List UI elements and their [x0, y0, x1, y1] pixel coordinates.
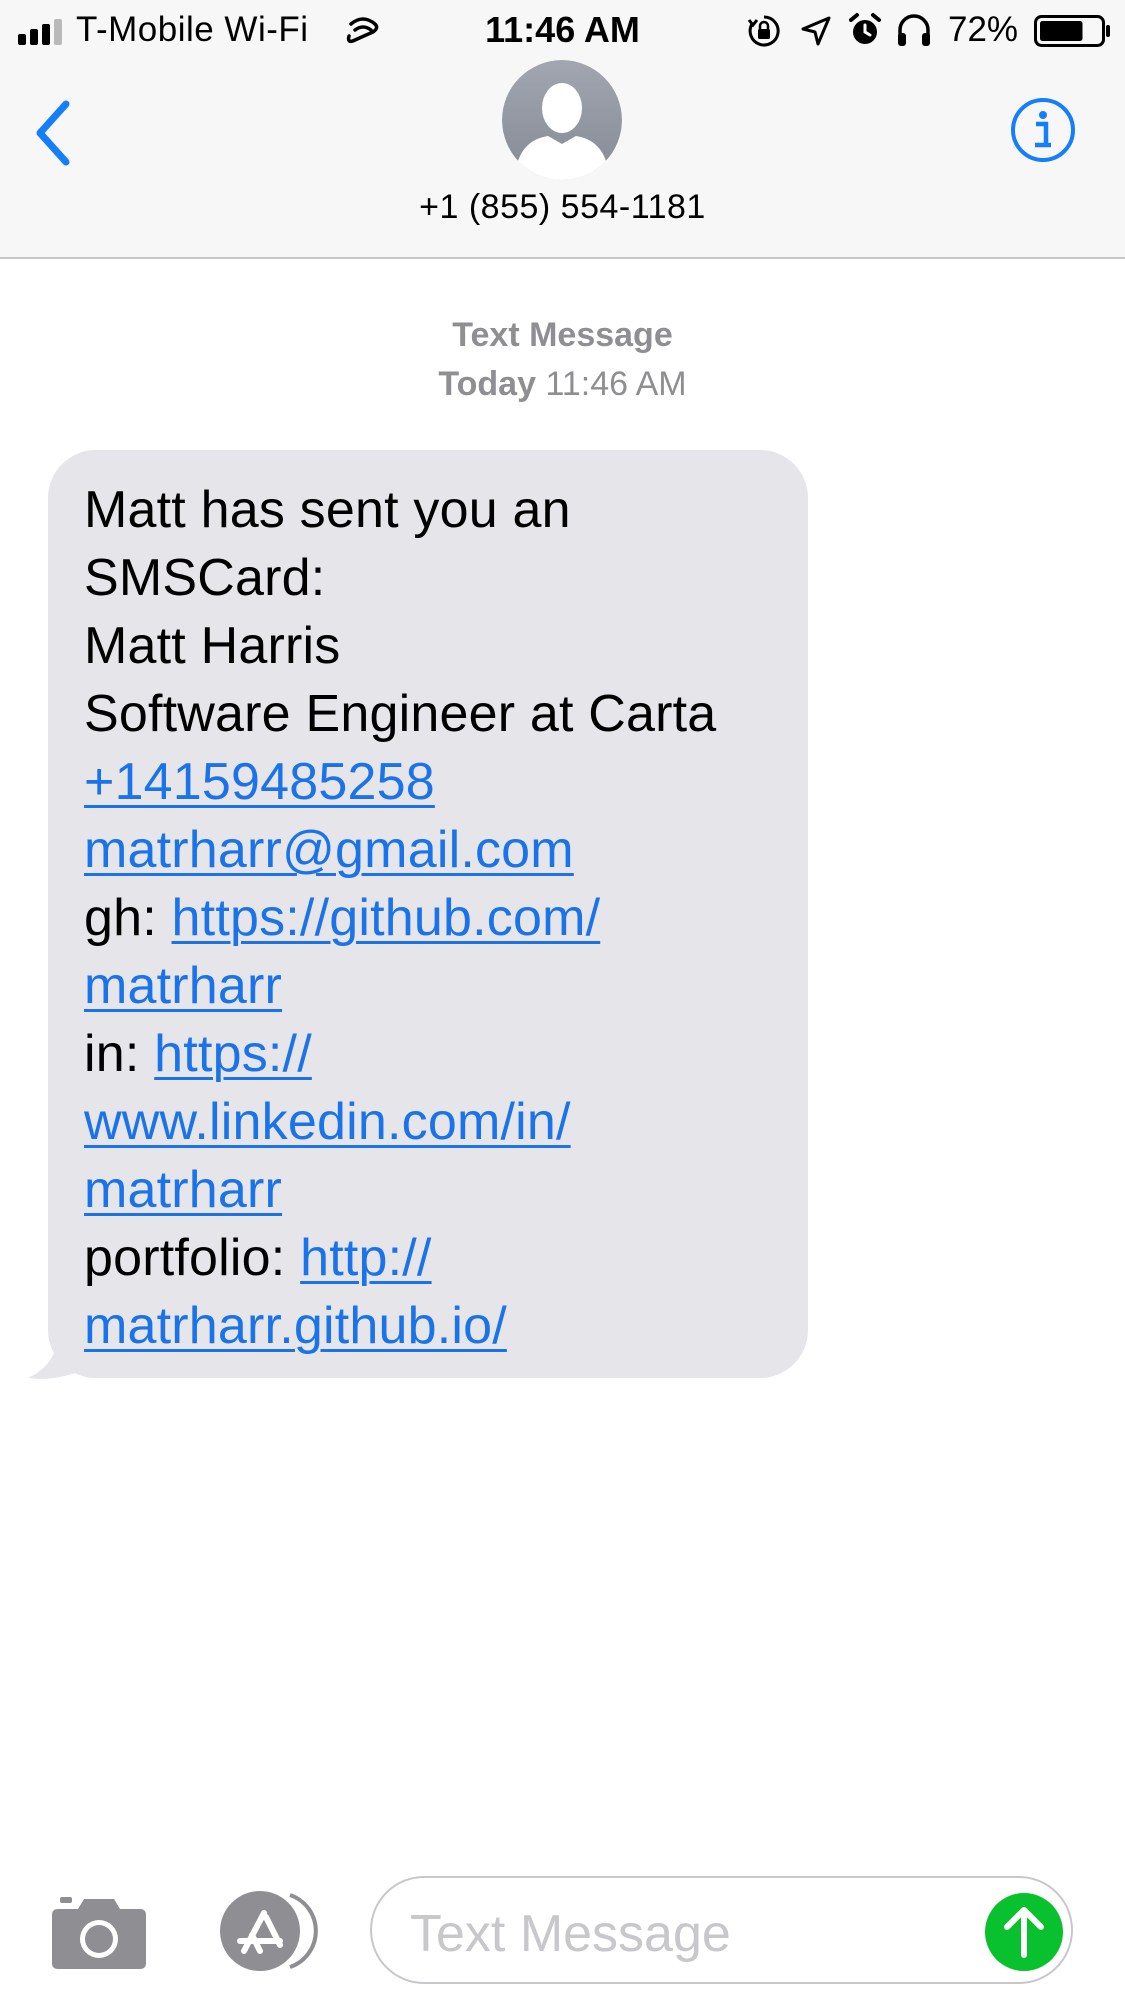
location-icon	[801, 16, 831, 46]
portfolio-link[interactable]: http://	[300, 1229, 431, 1287]
conversation-header: +1 (855) 554-1181	[0, 60, 1125, 259]
person-silhouette-icon[interactable]	[502, 60, 622, 180]
message-input[interactable]: Text Message	[370, 1876, 1073, 1984]
message-line: Matt Harris	[84, 617, 341, 675]
alarm-icon	[849, 13, 881, 44]
chevron-left-icon[interactable]	[30, 98, 80, 168]
timestamp-day: Today	[438, 365, 536, 403]
portfolio-link[interactable]: matrharr.github.io/	[84, 1297, 507, 1355]
message-timestamp: Today 11:46 AM	[0, 365, 1125, 404]
status-bar: T-Mobile Wi-Fi 11:46 AM 72%	[0, 0, 1125, 60]
timestamp-time: 11:46 AM	[545, 365, 687, 403]
portfolio-label: portfolio:	[84, 1229, 301, 1287]
camera-icon[interactable]	[50, 1893, 148, 1971]
phone-link[interactable]: +14159485258	[84, 753, 435, 811]
linkedin-link[interactable]: matrharr	[84, 1161, 282, 1219]
email-link[interactable]: matrharr@gmail.com	[84, 821, 574, 879]
info-icon[interactable]	[1010, 97, 1076, 163]
battery-icon	[1034, 15, 1110, 47]
app-store-icon[interactable]	[210, 1889, 318, 1973]
send-arrow-icon[interactable]	[985, 1893, 1063, 1971]
github-label: gh:	[84, 889, 172, 947]
headphones-icon	[898, 14, 930, 46]
github-link[interactable]: matrharr	[84, 957, 282, 1015]
message-line: Software Engineer at Carta	[84, 685, 717, 743]
orientation-lock-icon	[747, 15, 780, 47]
message-text: Matt has sent you an SMSCard: Matt Harri…	[84, 476, 804, 1360]
contact-name[interactable]: +1 (855) 554-1181	[0, 188, 1125, 227]
github-link[interactable]: https://github.com/	[172, 889, 601, 947]
message-input-placeholder: Text Message	[410, 1905, 731, 1963]
linkedin-link[interactable]: https://	[154, 1025, 312, 1083]
message-line: SMSCard:	[84, 549, 326, 607]
message-line: Matt has sent you an	[84, 481, 571, 539]
linkedin-label: in:	[84, 1025, 155, 1083]
battery-percent: 72%	[948, 10, 1019, 49]
linkedin-link[interactable]: www.linkedin.com/in/	[84, 1093, 571, 1151]
message-service-label: Text Message	[452, 316, 673, 354]
